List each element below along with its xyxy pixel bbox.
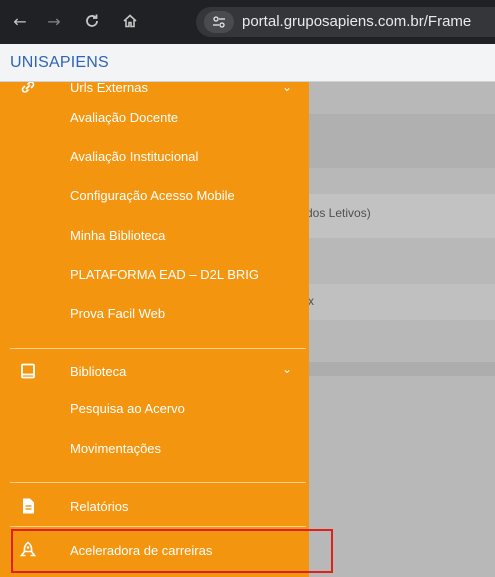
submenu-item-label: Movimentações: [70, 441, 162, 456]
sidebar-item-biblioteca[interactable]: Biblioteca ⌄: [0, 352, 309, 390]
chevron-down-icon: ⌄: [282, 82, 293, 94]
background-text: dos Letivos): [306, 206, 371, 220]
highlight-box: [11, 529, 333, 573]
sidebar-item-label: Biblioteca: [70, 364, 127, 379]
book-icon: [18, 361, 38, 381]
sidebar-divider: [10, 348, 306, 349]
submenu-item-label: PLATAFORMA EAD – D2L BRIG: [70, 267, 260, 282]
submenu-item-pesquisa-ao-acervo[interactable]: Pesquisa ao Acervo: [0, 389, 309, 427]
document-icon: [18, 496, 38, 516]
arrow-left-icon[interactable]: ←: [8, 9, 32, 33]
sidebar-item-label: Relatórios: [70, 499, 129, 514]
reload-icon[interactable]: [80, 9, 104, 33]
submenu-item-configuracao-acesso-mobile[interactable]: Configuração Acesso Mobile: [0, 176, 309, 214]
sidebar-item-label: Urls Externas: [70, 82, 149, 95]
url-text[interactable]: portal.gruposapiens.com.br/Frame: [242, 13, 471, 30]
submenu-item-label: Configuração Acesso Mobile: [70, 188, 235, 203]
submenu-item-minha-biblioteca[interactable]: Minha Biblioteca: [0, 216, 309, 254]
submenu-item-label: Minha Biblioteca: [70, 228, 166, 243]
browser-toolbar: ← → portal.gruposapiens.com.br/Frame: [0, 0, 495, 44]
chevron-down-icon[interactable]: ⌄: [282, 362, 292, 376]
submenu-item-label: Prova Facil Web: [70, 306, 166, 321]
arrow-right-icon[interactable]: →: [42, 9, 66, 33]
submenu-item-movimentacoes[interactable]: Movimentações: [0, 429, 309, 467]
link-icon: [18, 82, 38, 97]
submenu-item-label: Avaliação Institucional: [70, 149, 199, 164]
home-icon[interactable]: [118, 9, 142, 33]
sidebar-divider: [10, 526, 306, 527]
sidebar-menu: Urls Externas ⌄ Avaliação Docente Avalia…: [0, 82, 309, 577]
submenu-item-label: Pesquisa ao Acervo: [70, 401, 185, 416]
submenu-item-label: Avaliação Docente: [70, 110, 179, 125]
submenu-item-plataforma-ead[interactable]: PLATAFORMA EAD – D2L BRIG: [0, 255, 309, 293]
sidebar-divider: [10, 482, 306, 483]
sidebar-item-relatorios[interactable]: Relatórios: [0, 487, 309, 525]
app-header: UNISAPIENS: [0, 44, 495, 82]
app-title[interactable]: UNISAPIENS: [10, 54, 109, 72]
submenu-item-avaliacao-institucional[interactable]: Avaliação Institucional: [0, 137, 309, 175]
address-bar[interactable]: portal.gruposapiens.com.br/Frame: [196, 7, 495, 37]
submenu-item-avaliacao-docente[interactable]: Avaliação Docente: [0, 98, 309, 136]
submenu-item-prova-facil-web[interactable]: Prova Facil Web: [0, 294, 309, 332]
tune-icon[interactable]: [204, 11, 234, 33]
